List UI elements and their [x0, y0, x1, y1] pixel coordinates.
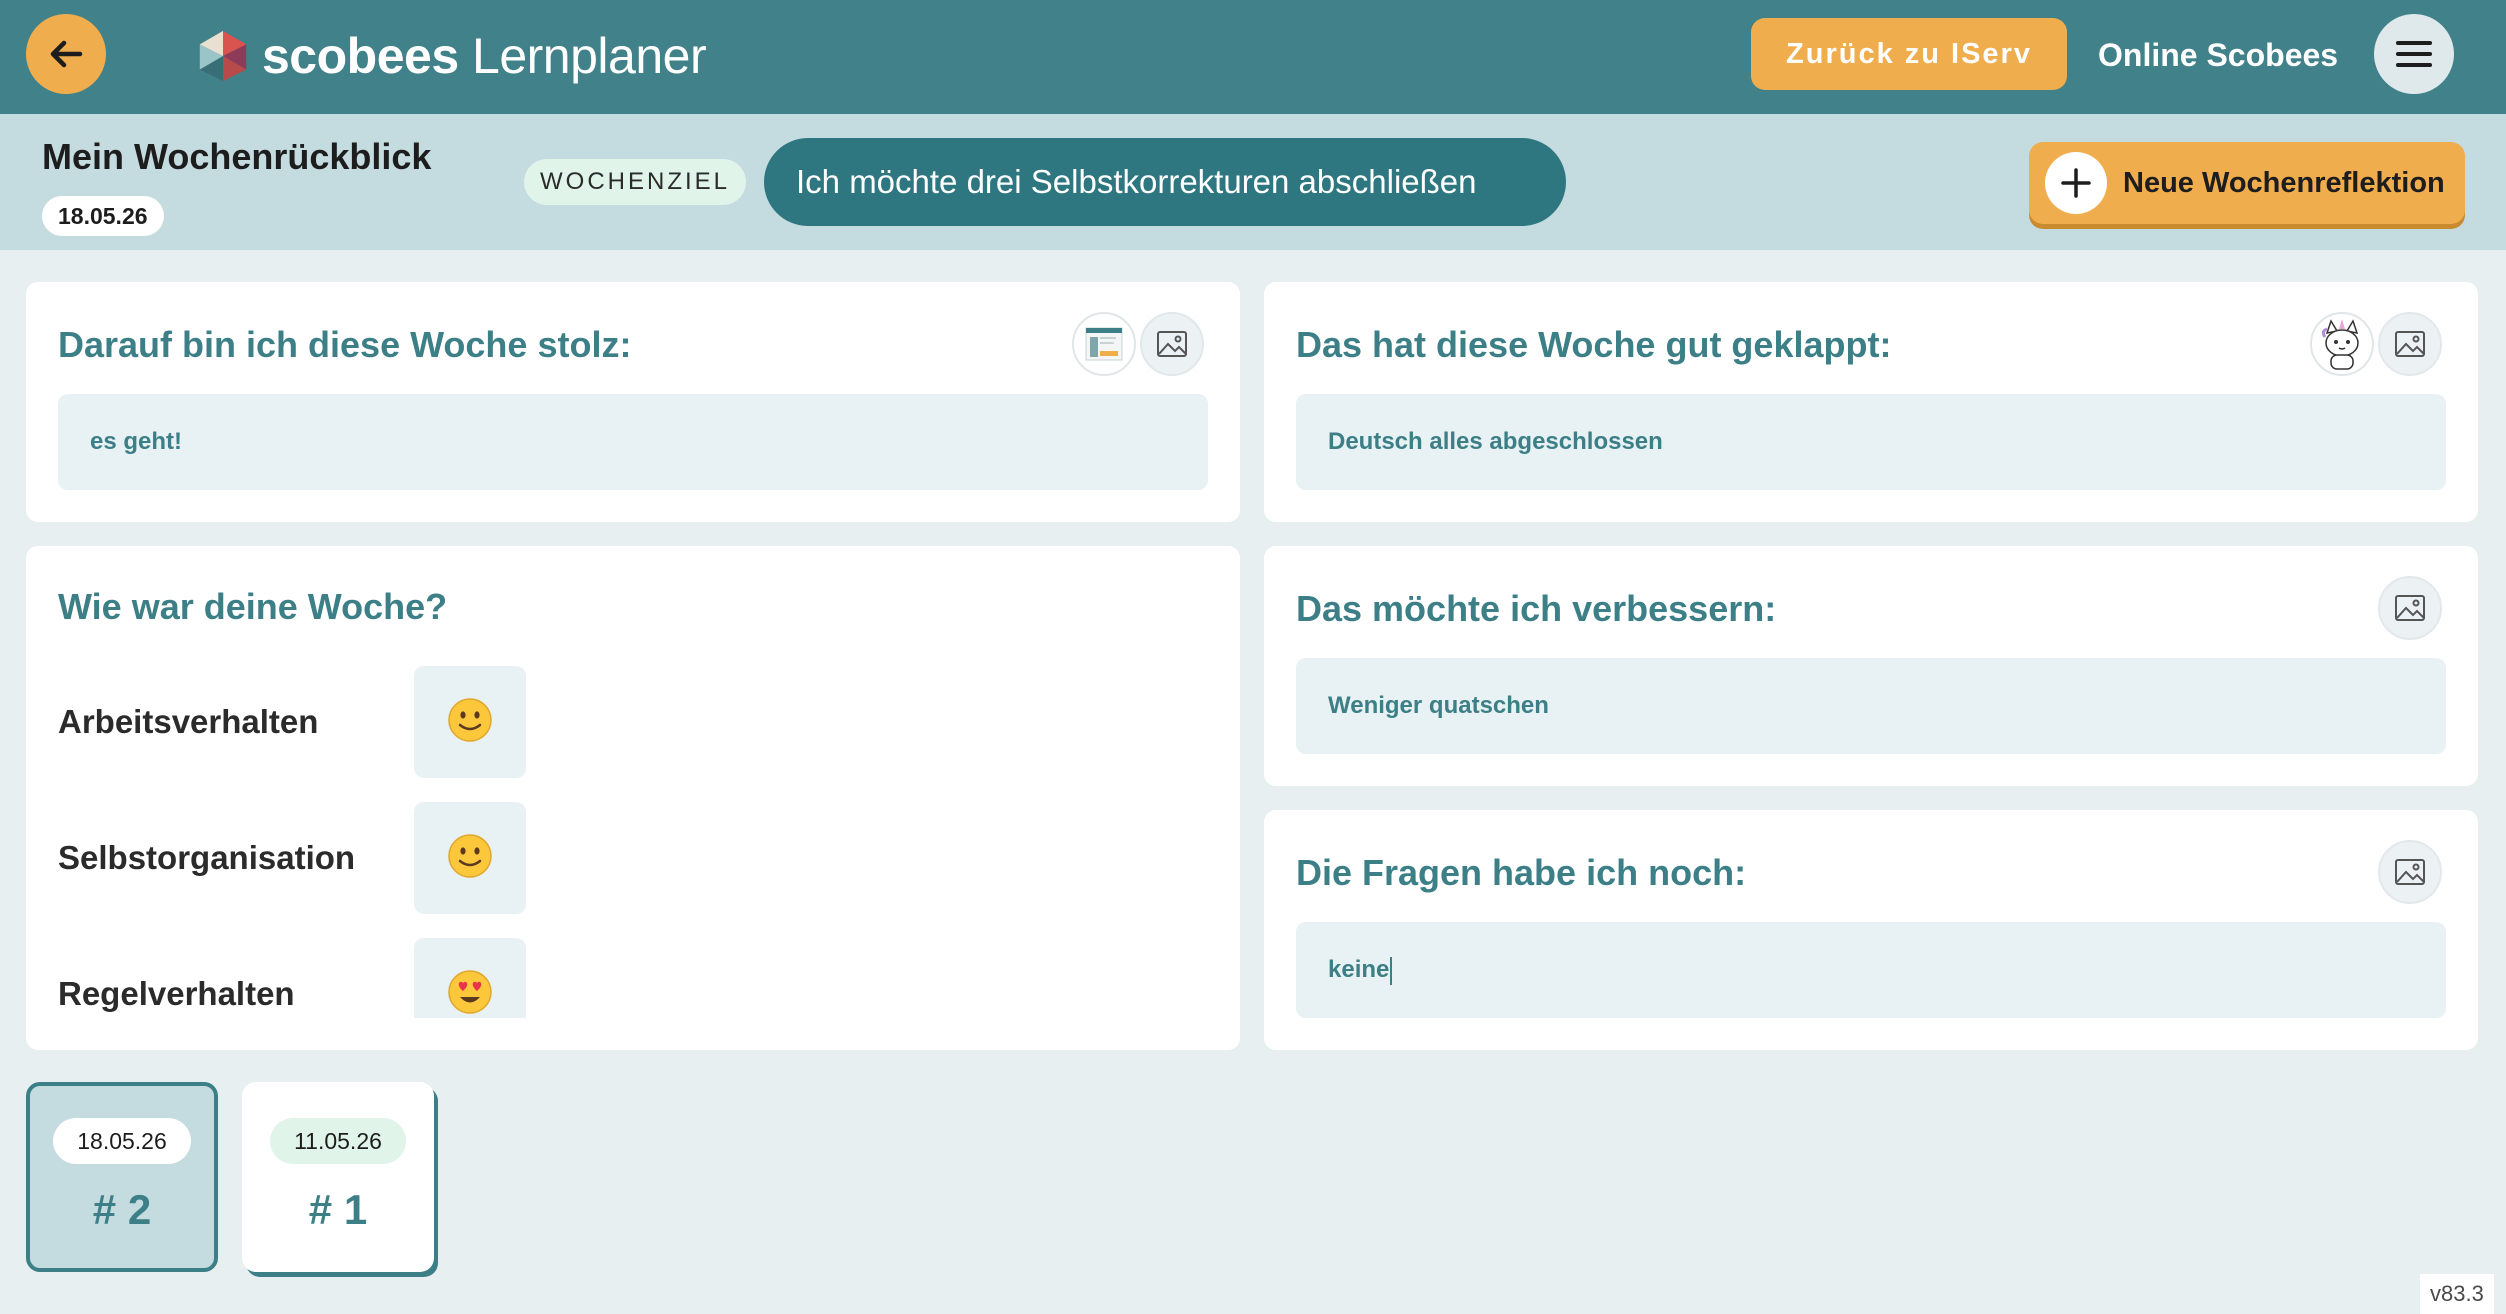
plus-icon: [2045, 152, 2107, 214]
image-icon: [2395, 859, 2425, 885]
rating-button[interactable]: [414, 802, 526, 914]
went-well-text-field[interactable]: Deutsch alles abgeschlossen: [1296, 394, 2446, 490]
add-image-button[interactable]: [2378, 312, 2442, 376]
slightly-smiling-face-icon: [446, 832, 494, 885]
review-header: Mein Wochenrückblick 18.05.26 WOCHENZIEL…: [0, 114, 2506, 250]
arrow-left-icon: [50, 40, 83, 68]
weekly-goal-text[interactable]: Ich möchte drei Selbstkorrekturen abschl…: [764, 138, 1566, 226]
week-date-badge: 11.05.26: [270, 1118, 406, 1164]
menu-button[interactable]: [2374, 14, 2454, 94]
version-label: v83.3: [2420, 1274, 2494, 1314]
week-number: # 2: [92, 1186, 152, 1233]
card-questions-title: Die Fragen habe ich noch:: [1296, 852, 1747, 893]
page-title: Mein Wochenrückblick: [42, 136, 432, 177]
weekly-goal-label: WOCHENZIEL: [524, 159, 747, 205]
image-icon: [2395, 331, 2425, 357]
review-date-badge: 18.05.26: [42, 196, 164, 236]
card-questions: Die Fragen habe ich noch: keine: [1264, 810, 2478, 1050]
card-went-well: Das hat diese Woche gut geklappt: Deutsc…: [1264, 282, 2478, 522]
heart-eyes-face-icon: [446, 968, 494, 1019]
card-proud-title: Darauf bin ich diese Woche stolz:: [58, 324, 632, 365]
slightly-smiling-face-icon: [446, 696, 494, 749]
top-bar: scobees Lernplaner Zurück zu IServ Onlin…: [0, 0, 2506, 114]
document-thumbnail-icon: [1085, 327, 1123, 361]
add-image-button[interactable]: [2378, 576, 2442, 640]
text-cursor: [1390, 956, 1393, 985]
online-scobees-link[interactable]: Online Scobees: [2098, 30, 2338, 80]
rating-label: Selbstorganisation: [58, 839, 356, 876]
improve-text-field[interactable]: Weniger quatschen: [1296, 658, 2446, 754]
hamburger-menu-icon: [2396, 41, 2432, 67]
week-number: # 1: [308, 1186, 368, 1233]
scobees-logo-icon: [199, 30, 247, 82]
card-improve: Das möchte ich verbessern: Weniger quats…: [1264, 546, 2478, 786]
card-week-rating: Wie war deine Woche? Arbeitsverhalten Se…: [26, 546, 1240, 1050]
week-tile-current[interactable]: 18.05.26 # 2: [26, 1082, 218, 1272]
rating-button[interactable]: [414, 938, 526, 1018]
image-icon: [2395, 595, 2425, 621]
rating-button[interactable]: [414, 666, 526, 778]
rating-label: Regelverhalten: [58, 975, 295, 1012]
rating-list[interactable]: Arbeitsverhalten Selbstorganisation Rege…: [26, 666, 1266, 1018]
add-image-button[interactable]: [1140, 312, 1204, 376]
new-reflection-label: Neue Wochenreflektion: [2123, 166, 2445, 199]
card-week-rating-title: Wie war deine Woche?: [58, 586, 448, 627]
card-proud: Darauf bin ich diese Woche stolz: es geh…: [26, 282, 1240, 522]
card-improve-title: Das möchte ich verbessern:: [1296, 588, 1777, 629]
unicorn-cat-icon: [2321, 319, 2359, 370]
questions-text-value: keine: [1328, 956, 1390, 983]
back-button[interactable]: [26, 14, 106, 94]
week-tile-previous[interactable]: 11.05.26 # 1: [242, 1082, 434, 1272]
questions-text-field[interactable]: keine: [1296, 922, 2446, 1018]
image-icon: [1157, 331, 1187, 357]
back-to-iserv-button[interactable]: Zurück zu IServ: [1751, 18, 2067, 90]
app-name: scobees Lernplaner: [262, 28, 707, 84]
card-went-well-title: Das hat diese Woche gut geklappt:: [1296, 324, 1892, 365]
uploaded-image-thumbnail[interactable]: [2310, 312, 2374, 376]
proud-text-field[interactable]: es geht!: [58, 394, 1208, 490]
week-date-badge: 18.05.26: [53, 1118, 191, 1164]
rating-label: Arbeitsverhalten: [58, 703, 319, 740]
app-logo[interactable]: scobees Lernplaner: [194, 24, 707, 88]
uploaded-image-thumbnail[interactable]: [1072, 312, 1136, 376]
new-reflection-button[interactable]: Neue Wochenreflektion: [2029, 142, 2465, 224]
add-image-button[interactable]: [2378, 840, 2442, 904]
